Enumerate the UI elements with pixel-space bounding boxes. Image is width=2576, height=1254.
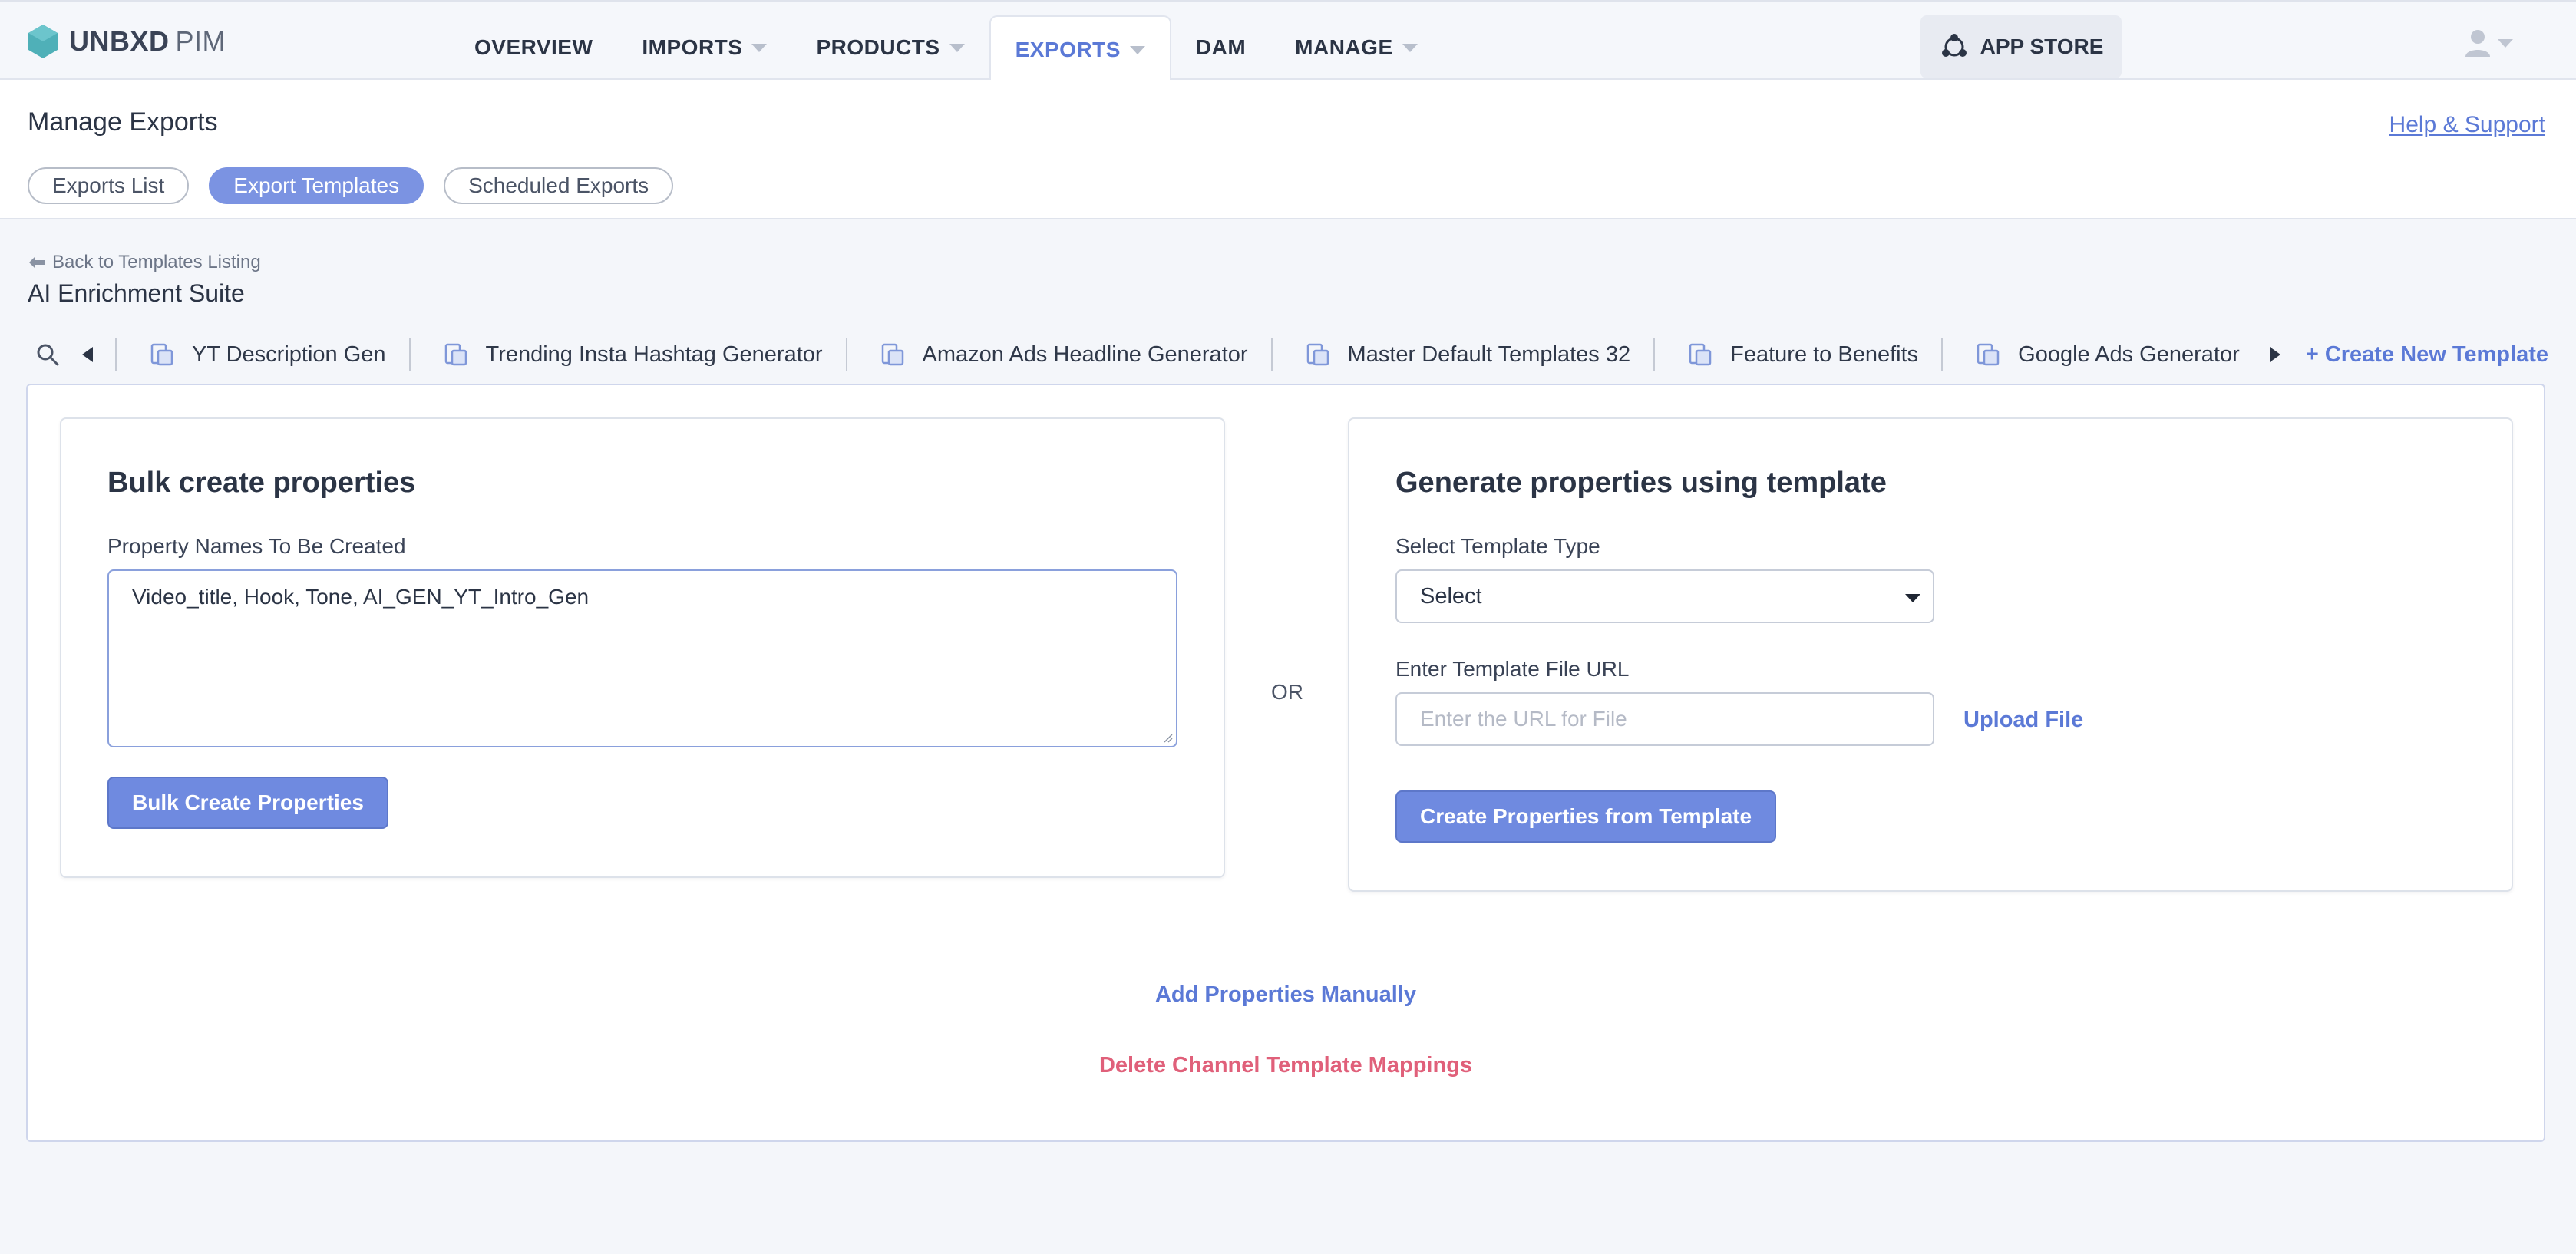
search-templates-button[interactable]: [28, 335, 68, 375]
template-type-label: Select Template Type: [1395, 534, 1600, 558]
create-new-template-link[interactable]: + Create New Template: [2306, 335, 2548, 375]
main-nav: OVERVIEW IMPORTS PRODUCTS EXPORTS DAM MA…: [450, 15, 1442, 83]
template-tab[interactable]: Feature to Benefits: [1663, 335, 1934, 375]
chevron-down-icon: [1129, 45, 1145, 54]
template-content-panel: Bulk create properties Property Names To…: [26, 384, 2545, 1142]
template-generate-title: Generate properties using template: [1395, 467, 1887, 499]
tab-divider: [1653, 338, 1656, 371]
help-support-link[interactable]: Help & Support: [2389, 112, 2545, 138]
template-tab[interactable]: Amazon Ads Headline Generator: [855, 335, 1263, 375]
template-type-select[interactable]: Select: [1395, 569, 1934, 623]
triangle-right-icon: [2269, 347, 2280, 362]
tab-scheduled-exports[interactable]: Scheduled Exports: [444, 167, 674, 204]
chevron-down-icon: [949, 43, 965, 52]
logo-text: UNBXD PIM: [69, 25, 226, 57]
template-tab[interactable]: Google Ads Generator: [1950, 335, 2255, 375]
add-properties-manually-text[interactable]: Add Properties Manually: [1155, 982, 1416, 1007]
tab-divider: [845, 338, 847, 371]
bulk-create-card: Bulk create properties Property Names To…: [60, 417, 1225, 878]
template-icon: [1689, 343, 1712, 366]
property-names-textarea[interactable]: Video_title, Hook, Tone, AI_GEN_YT_Intro…: [107, 569, 1177, 747]
add-properties-manually-link: Add Properties Manually: [28, 982, 2544, 1008]
scroll-tabs-left-button[interactable]: [68, 335, 107, 375]
suite-title: AI Enrichment Suite: [28, 279, 245, 307]
chevron-down-icon: [2498, 38, 2513, 48]
tab-exports-list[interactable]: Exports List: [28, 167, 190, 204]
template-tab[interactable]: YT Description Gen: [124, 335, 401, 375]
resize-grip-icon[interactable]: [1161, 731, 1173, 743]
tab-divider: [1941, 338, 1944, 371]
top-navigation-bar: UNBXD PIM OVERVIEW IMPORTS PRODUCTS EXPOR…: [0, 0, 2576, 83]
back-to-templates-link[interactable]: Back to Templates Listing: [28, 252, 261, 273]
template-icon: [1977, 343, 2000, 366]
search-icon: [37, 344, 59, 366]
app-store-label: APP STORE: [1980, 35, 2104, 58]
user-icon: [2465, 30, 2490, 57]
template-tab[interactable]: Master Default Templates 32: [1280, 335, 1646, 375]
user-menu[interactable]: [2464, 28, 2513, 58]
template-icon: [881, 343, 903, 366]
tab-divider: [1270, 338, 1273, 371]
upload-file-link[interactable]: Upload File: [1963, 708, 2083, 733]
nav-exports[interactable]: EXPORTS: [989, 15, 1171, 83]
template-generate-card: Generate properties using template Selec…: [1348, 417, 2513, 892]
chevron-down-icon: [1905, 594, 1920, 602]
nav-overview[interactable]: OVERVIEW: [450, 15, 617, 80]
arrow-left-icon: [29, 256, 45, 269]
template-icon: [1306, 343, 1329, 366]
or-divider-label: OR: [1271, 680, 1303, 704]
app-store-button[interactable]: APP STORE: [1920, 15, 2122, 78]
nav-dam[interactable]: DAM: [1171, 15, 1270, 80]
tab-export-templates[interactable]: Export Templates: [209, 167, 424, 204]
bulk-create-properties-button[interactable]: Bulk Create Properties: [107, 777, 388, 829]
create-from-template-button[interactable]: Create Properties from Template: [1395, 790, 1777, 843]
tab-divider: [115, 338, 117, 371]
template-url-input[interactable]: [1395, 692, 1934, 746]
chevron-down-icon: [751, 43, 768, 52]
scroll-tabs-right-button[interactable]: [2255, 335, 2295, 375]
nav-products[interactable]: PRODUCTS: [791, 15, 989, 80]
template-tab[interactable]: Trending Insta Hashtag Generator: [418, 335, 838, 375]
nav-manage[interactable]: MANAGE: [1270, 15, 1442, 80]
template-tabs-bar: YT Description Gen Trending Insta Hashta…: [28, 335, 2548, 375]
tab-divider: [408, 338, 411, 371]
template-url-label: Enter Template File URL: [1395, 657, 1630, 681]
delete-mappings-link: Delete Channel Template Mappings: [28, 1053, 2544, 1078]
delete-mappings-text[interactable]: Delete Channel Template Mappings: [1099, 1053, 1472, 1077]
logo-hexagon-icon: [28, 25, 58, 58]
app-logo[interactable]: UNBXD PIM: [26, 23, 226, 60]
property-names-label: Property Names To Be Created: [107, 534, 406, 558]
chevron-down-icon: [1402, 43, 1418, 52]
bulk-create-title: Bulk create properties: [107, 467, 416, 499]
triangle-left-icon: [82, 347, 93, 362]
template-icon: [150, 343, 173, 366]
page-title: Manage Exports: [28, 107, 218, 137]
template-icon: [444, 343, 467, 366]
nav-imports[interactable]: IMPORTS: [617, 15, 791, 80]
app-store-icon: [1941, 34, 1967, 57]
export-sub-tabs: Exports List Export Templates Scheduled …: [28, 167, 674, 204]
